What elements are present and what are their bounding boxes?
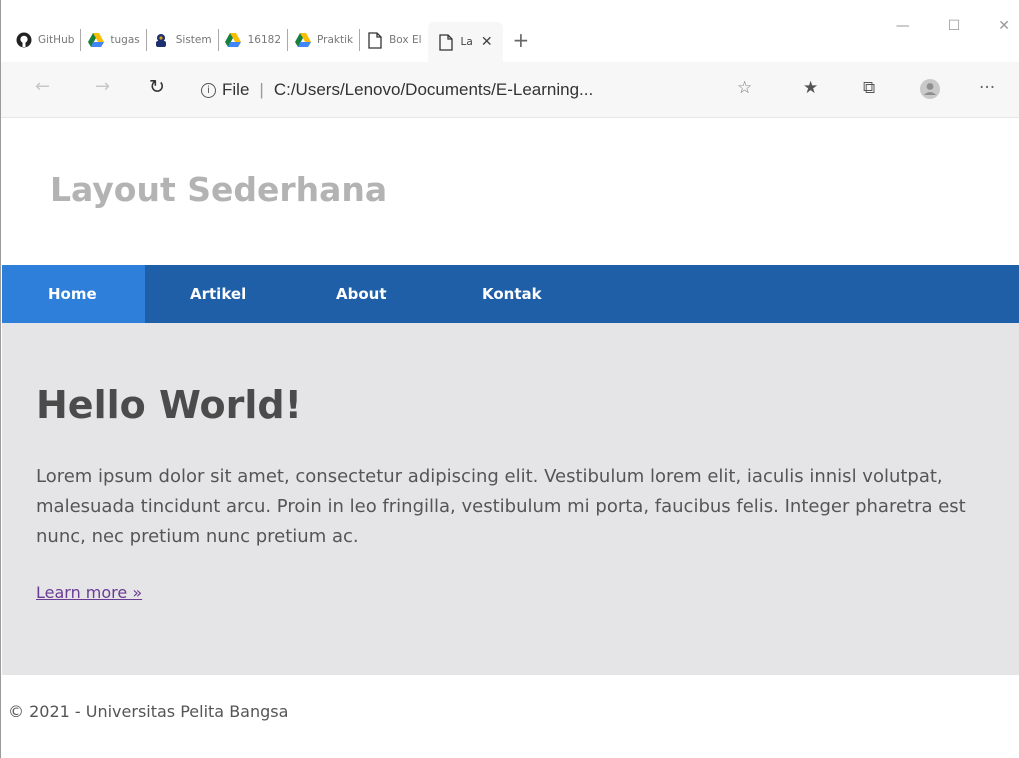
tab-label: Praktik: [317, 34, 354, 46]
back-icon[interactable]: ←: [35, 76, 50, 97]
tabs-row: GitHub tugas Sistem 16182 Praktik Box El…: [9, 20, 530, 62]
reload-icon[interactable]: ↻: [149, 76, 165, 98]
tab-label: La: [460, 36, 473, 48]
site-footer: © 2021 - Universitas Pelita Bangsa: [2, 675, 1019, 758]
google-drive-icon: [225, 32, 242, 49]
address-bar[interactable]: i File | C:/Users/Lenovo/Documents/E-Lea…: [201, 72, 721, 108]
tab-tugas[interactable]: tugas: [81, 22, 145, 58]
favorites-list-icon[interactable]: ★: [803, 78, 818, 98]
collections-icon[interactable]: ⧉: [863, 78, 875, 98]
address-separator: |: [259, 80, 264, 99]
tab-label: GitHub: [38, 34, 75, 46]
tab-box-element[interactable]: Box El: [360, 22, 427, 58]
forward-icon[interactable]: →: [95, 76, 110, 97]
tab-16182[interactable]: 16182: [219, 22, 287, 58]
tab-label: Box El: [389, 34, 422, 46]
tab-label: Sistem: [175, 34, 212, 46]
url-text[interactable]: C:/Users/Lenovo/Documents/E-Learning...: [274, 80, 593, 100]
close-tab-icon[interactable]: ✕: [481, 34, 493, 50]
nav-item-about[interactable]: About: [291, 265, 437, 323]
scheme-label: File: [222, 80, 250, 99]
page-icon: [366, 31, 383, 49]
footer-text: © 2021 - Universitas Pelita Bangsa: [8, 702, 289, 721]
tab-github[interactable]: GitHub: [9, 22, 80, 58]
web-page: Layout Sederhana Home Artikel About Kont…: [2, 118, 1019, 758]
more-options-icon[interactable]: ···: [979, 78, 995, 98]
main-nav: Home Artikel About Kontak: [2, 265, 1019, 323]
browser-window: GitHub tugas Sistem 16182 Praktik Box El…: [0, 0, 1019, 758]
hero-heading: Hello World!: [36, 383, 302, 427]
site-title: Layout Sederhana: [50, 170, 388, 209]
nav-item-home[interactable]: Home: [2, 265, 145, 323]
campus-logo-icon: [153, 32, 170, 49]
hero-body: Lorem ipsum dolor sit amet, consectetur …: [36, 466, 966, 547]
tab-layout-active[interactable]: La ✕: [427, 22, 503, 62]
tab-praktik[interactable]: Praktik: [288, 22, 359, 58]
tab-sistem[interactable]: Sistem: [147, 22, 218, 58]
nav-item-artikel[interactable]: Artikel: [145, 265, 291, 323]
favorite-star-icon[interactable]: ☆: [737, 78, 752, 98]
address-bar-row: ← → ↻ i File | C:/Users/Lenovo/Documents…: [1, 62, 1019, 118]
tab-label: tugas: [110, 34, 140, 46]
tab-label: 16182: [247, 34, 281, 46]
new-tab-button[interactable]: +: [513, 28, 530, 52]
profile-avatar-icon[interactable]: [919, 78, 941, 105]
nav-item-kontak[interactable]: Kontak: [437, 265, 583, 323]
learn-more-link[interactable]: Learn more »: [36, 583, 142, 602]
page-icon: [438, 33, 455, 51]
google-drive-icon: [294, 32, 311, 49]
info-icon[interactable]: i: [201, 82, 216, 98]
minimize-icon[interactable]: —: [896, 18, 910, 34]
hero-section: Hello World! Lorem ipsum dolor sit amet,…: [2, 323, 1019, 675]
github-icon: [15, 32, 32, 49]
close-window-icon[interactable]: ✕: [998, 18, 1010, 34]
site-header: Layout Sederhana: [2, 118, 1019, 265]
tab-strip: GitHub tugas Sistem 16182 Praktik Box El…: [1, 0, 1019, 70]
google-drive-icon: [87, 32, 104, 49]
maximize-icon[interactable]: ☐: [948, 18, 961, 34]
window-controls: — ☐ ✕: [896, 18, 1010, 34]
